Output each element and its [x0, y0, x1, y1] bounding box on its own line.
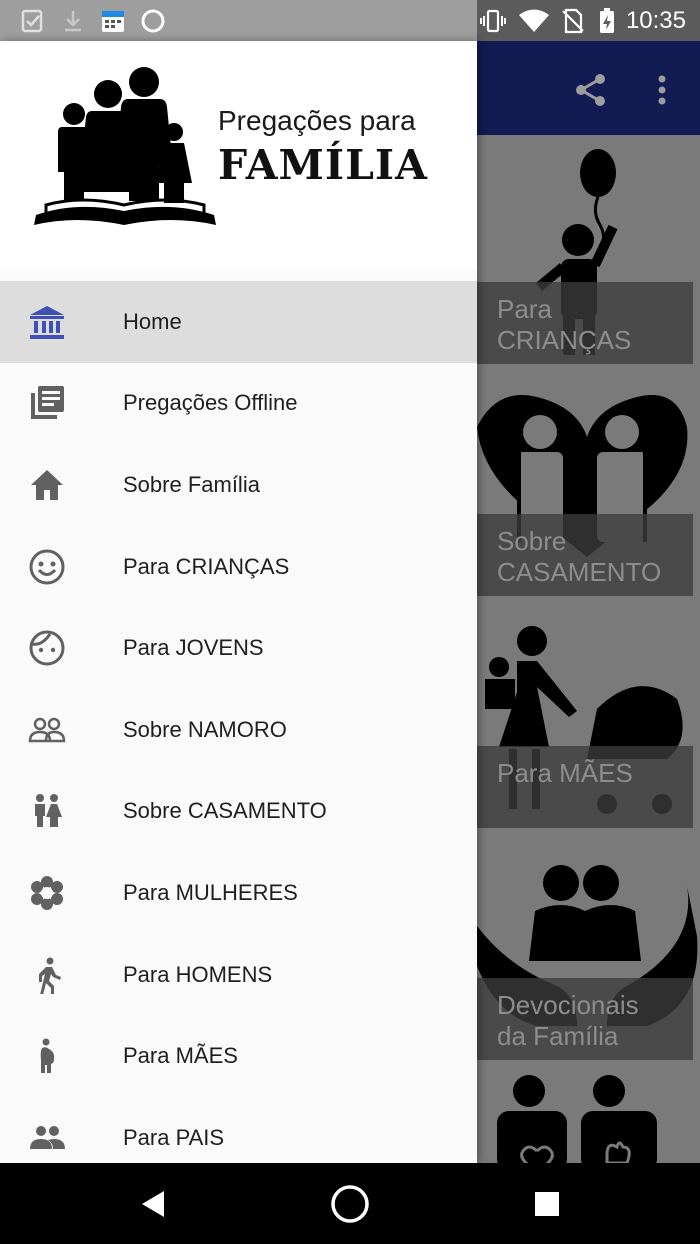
menu-item-pregacoes-offline[interactable]: Pregações Offline: [0, 363, 477, 445]
card-label: Para MÃES: [477, 746, 693, 828]
menu-label: Para JOVENS: [123, 635, 264, 661]
recents-square-icon[interactable]: [526, 1183, 568, 1225]
menu-label: Home: [123, 308, 182, 334]
menu-label: Para PAIS: [123, 1124, 225, 1150]
system-nav-bar: [0, 1163, 700, 1244]
menu-label: Para MULHERES: [123, 879, 298, 905]
drawer-menu: Home Pregações Offline Sobre Família Par…: [0, 281, 477, 1163]
menu-item-para-jovens[interactable]: Para JOVENS: [0, 607, 477, 689]
walking-man-icon: [39, 957, 61, 994]
category-grid: Para CRIANÇAS Sobre CASAMENTO Para MÃES De…: [477, 135, 700, 1163]
face-icon: [29, 630, 65, 666]
status-bar-left: [0, 0, 477, 41]
no-sim-icon: [562, 8, 584, 34]
download-icon: [65, 11, 81, 32]
menu-label: Sobre NAMORO: [123, 716, 287, 742]
people-icon: [30, 1125, 65, 1149]
vibrate-icon: [480, 9, 506, 33]
menu-item-para-homens[interactable]: Para HOMENS: [0, 934, 477, 1016]
menu-label: Sobre Família: [123, 471, 260, 497]
wc-icon: [35, 794, 62, 828]
card-casamento[interactable]: Sobre CASAMENTO: [477, 367, 700, 599]
card-criancas[interactable]: Para CRIANÇAS: [477, 135, 700, 367]
bank-icon: [30, 305, 64, 339]
menu-item-sobre-namoro[interactable]: Sobre NAMORO: [0, 689, 477, 771]
couple-hearts-icon: [497, 1075, 657, 1163]
status-bar: 10:35: [0, 0, 700, 41]
brand-title: FAMÍLIA: [218, 141, 428, 189]
menu-item-para-criancas[interactable]: Para CRIANÇAS: [0, 526, 477, 608]
smiley-face-icon: [29, 549, 65, 585]
card-couple[interactable]: [477, 1063, 700, 1163]
library-books-icon: [31, 386, 64, 420]
circle-icon: [141, 9, 165, 33]
card-label: Devocionais da Família: [477, 978, 693, 1060]
home-circle-icon[interactable]: [329, 1183, 371, 1225]
family-book-logo-icon: [34, 67, 216, 225]
house-icon: [31, 469, 63, 500]
brand-subtitle: Pregações para: [218, 105, 416, 136]
navigation-drawer: Pregações para FAMÍLIA Home Pregações Of…: [0, 41, 477, 1163]
pregnant-woman-icon: [40, 1038, 55, 1074]
menu-item-sobre-familia[interactable]: Sobre Família: [0, 444, 477, 526]
card-maes[interactable]: Para MÃES: [477, 599, 700, 831]
back-icon[interactable]: [132, 1183, 174, 1225]
menu-item-home[interactable]: Home: [0, 281, 477, 363]
couple-outline-icon: [28, 717, 66, 743]
menu-label: Para HOMENS: [123, 961, 273, 987]
calendar-icon: [102, 11, 124, 32]
battery-charging-icon: [600, 8, 614, 33]
flower-icon: [31, 875, 63, 910]
menu-item-para-pais[interactable]: Para PAIS: [0, 1097, 477, 1163]
menu-label: Pregações Offline: [123, 390, 298, 416]
menu-label: Para MÃES: [123, 1043, 238, 1069]
card-label: Sobre CASAMENTO: [477, 514, 693, 596]
menu-label: Sobre CASAMENTO: [123, 798, 327, 824]
menu-item-para-maes[interactable]: Para MÃES: [0, 1015, 477, 1097]
share-icon[interactable]: [572, 71, 610, 109]
check-clipboard-icon: [21, 9, 43, 33]
menu-label: Para CRIANÇAS: [123, 553, 290, 579]
drawer-header: Pregações para FAMÍLIA: [0, 41, 477, 269]
menu-item-para-mulheres[interactable]: Para MULHERES: [0, 852, 477, 934]
status-time: 10:35: [625, 7, 686, 34]
menu-item-sobre-casamento[interactable]: Sobre CASAMENTO: [0, 771, 477, 853]
wifi-icon: [519, 9, 549, 32]
card-devocionais[interactable]: Devocionais da Família: [477, 831, 700, 1063]
more-vert-icon[interactable]: [650, 71, 674, 109]
card-label: Para CRIANÇAS: [477, 282, 693, 364]
